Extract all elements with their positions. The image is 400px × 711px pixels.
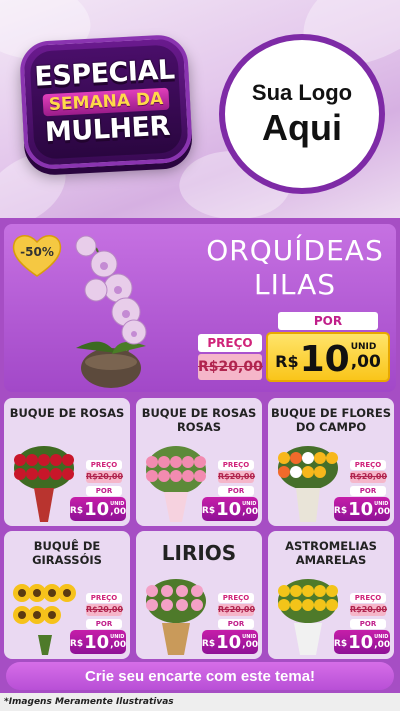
price-currency: R$: [275, 352, 299, 371]
featured-price: R$ 10 UNID ,00: [266, 332, 390, 382]
price-integer: 10: [216, 499, 242, 520]
price-integer: 10: [84, 632, 110, 653]
product-title: LIRIOS: [161, 541, 237, 565]
price-decimal: ,00: [374, 640, 391, 650]
product-card[interactable]: BUQUE DE ROSAS ROSAS PREÇO R$20,00 POR R…: [136, 398, 262, 526]
create-flyer-button[interactable]: Crie seu encarte com este tema!: [6, 662, 394, 690]
featured-por-label: POR: [278, 312, 378, 330]
product-price: R$ 10 UNID ,00: [70, 497, 126, 521]
logo-line-2: Aqui: [262, 107, 342, 148]
badge-line-1: ESPECIAL: [33, 54, 176, 93]
product-title: BUQUE DE ROSAS ROSAS: [141, 406, 257, 434]
price-integer: 10: [348, 499, 374, 520]
product-card[interactable]: BUQUE DE ROSAS PREÇO R$20,00 POR R$ 10 U…: [4, 398, 130, 526]
product-title: BUQUÊ DE GIRASSÓIS: [32, 539, 102, 567]
old-price: R$20,00: [86, 604, 124, 616]
preco-label: PREÇO: [218, 460, 254, 470]
por-label: POR: [350, 619, 386, 629]
price-integer: 10: [84, 499, 110, 520]
featured-preco-label: PREÇO: [198, 334, 262, 352]
price-unit: UNID: [350, 342, 377, 352]
preco-label: PREÇO: [86, 593, 122, 603]
price-decimal: ,00: [350, 352, 381, 372]
disclaimer-text: *Imagens Meramente Ilustrativas: [4, 697, 174, 707]
por-label: POR: [86, 619, 122, 629]
product-price: R$ 10 UNID ,00: [70, 630, 126, 654]
orchid-plant-icon: [75, 235, 147, 388]
featured-title: ORQUÍDEAS LILAS: [195, 234, 395, 302]
product-price: R$ 10 UNID ,00: [334, 497, 390, 521]
price-decimal: ,00: [374, 507, 391, 517]
por-label: POR: [86, 486, 122, 496]
por-label: POR: [218, 486, 254, 496]
old-price: R$20,00: [218, 471, 256, 483]
product-title: BUQUE DE ROSAS: [9, 406, 125, 420]
price-integer: 10: [348, 632, 374, 653]
price-currency: R$: [201, 506, 216, 516]
old-price: R$20,00: [350, 471, 388, 483]
product-card[interactable]: ASTROMELIAS AMARELAS PREÇO R$20,00 POR R…: [268, 531, 394, 659]
preco-label: PREÇO: [350, 460, 386, 470]
product-price: R$ 10 UNID ,00: [334, 630, 390, 654]
featured-old-price: R$20,00: [198, 354, 263, 380]
featured-title-line-2: LILAS: [253, 268, 337, 301]
price-currency: R$: [333, 639, 348, 649]
product-card[interactable]: BUQUÊ DE GIRASSÓIS PREÇO R$20,00 POR R$ …: [4, 531, 130, 659]
product-title: ASTROMELIAS AMARELAS: [285, 539, 377, 567]
price-decimal: ,00: [242, 640, 259, 650]
preco-label: PREÇO: [218, 593, 254, 603]
old-price: R$20,00: [86, 471, 124, 483]
event-badge: ESPECIAL SEMANA DA MULHER: [18, 33, 194, 171]
price-integer: 10: [216, 632, 242, 653]
por-label: POR: [350, 486, 386, 496]
preco-label: PREÇO: [86, 460, 122, 470]
logo-placeholder[interactable]: Sua Logo Aqui: [219, 34, 385, 194]
price-decimal: ,00: [110, 640, 127, 650]
product-card[interactable]: BUQUE DE FLORES DO CAMPO PREÇO R$20,00 P…: [268, 398, 394, 526]
product-card[interactable]: LIRIOS PREÇO R$20,00 POR R$ 10 UNID ,00: [136, 531, 262, 659]
price-decimal: ,00: [242, 507, 259, 517]
discount-badge: -50%: [12, 232, 62, 278]
por-label: POR: [218, 619, 254, 629]
price-currency: R$: [69, 506, 84, 516]
old-price: R$20,00: [218, 604, 256, 616]
price-currency: R$: [201, 639, 216, 649]
product-title: BUQUE DE FLORES DO CAMPO: [270, 406, 392, 434]
featured-title-line-1: ORQUÍDEAS: [206, 234, 384, 267]
price-currency: R$: [333, 506, 348, 516]
old-price: R$20,00: [350, 604, 388, 616]
product-price: R$ 10 UNID ,00: [202, 497, 258, 521]
price-integer: 10: [299, 339, 350, 380]
discount-label: -50%: [20, 245, 54, 259]
logo-line-1: Sua Logo: [251, 80, 353, 105]
badge-line-3: MULHER: [44, 110, 171, 149]
price-currency: R$: [69, 639, 84, 649]
preco-label: PREÇO: [350, 593, 386, 603]
price-decimal: ,00: [110, 507, 127, 517]
product-price: R$ 10 UNID ,00: [202, 630, 258, 654]
